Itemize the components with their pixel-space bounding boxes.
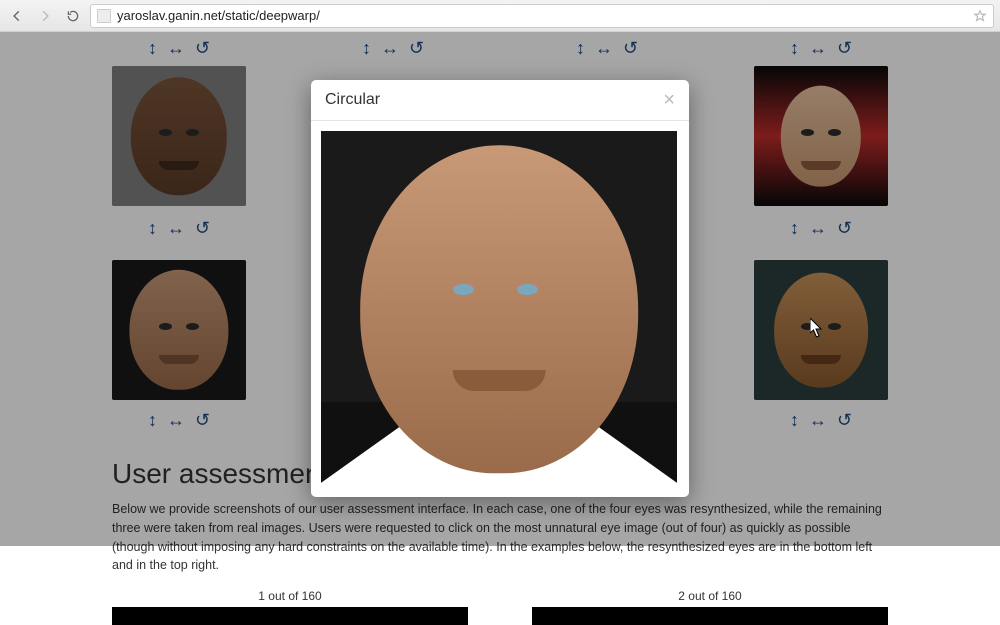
- page-favicon: [97, 9, 111, 23]
- forward-button[interactable]: [34, 5, 56, 27]
- screenshot-panel: [112, 607, 468, 625]
- reload-button[interactable]: [62, 5, 84, 27]
- back-button[interactable]: [6, 5, 28, 27]
- arrow-right-icon: [38, 9, 52, 23]
- bookmark-star-icon[interactable]: [973, 9, 987, 23]
- address-bar[interactable]: yaroslav.ganin.net/static/deepwarp/: [90, 4, 994, 28]
- counter-left: 1 out of 160: [112, 589, 468, 603]
- page-body: ↕ ↔ ↺ ↕ ↔ ↺ ↕ ↔ ↺ ↕ ↔ ↺: [0, 32, 1000, 546]
- screenshot-panel: [532, 607, 888, 625]
- modal-title: Circular: [325, 91, 380, 109]
- url-text: yaroslav.ganin.net/static/deepwarp/: [117, 8, 967, 23]
- close-icon[interactable]: ×: [663, 90, 675, 110]
- counter-right: 2 out of 160: [532, 589, 888, 603]
- reload-icon: [66, 9, 80, 23]
- modal-dialog: Circular ×: [311, 80, 689, 497]
- counters-row: 1 out of 160 2 out of 160: [112, 589, 888, 625]
- modal-overlay[interactable]: Circular ×: [0, 32, 1000, 546]
- browser-chrome: yaroslav.ganin.net/static/deepwarp/: [0, 0, 1000, 32]
- modal-image: [321, 131, 677, 487]
- arrow-left-icon: [10, 9, 24, 23]
